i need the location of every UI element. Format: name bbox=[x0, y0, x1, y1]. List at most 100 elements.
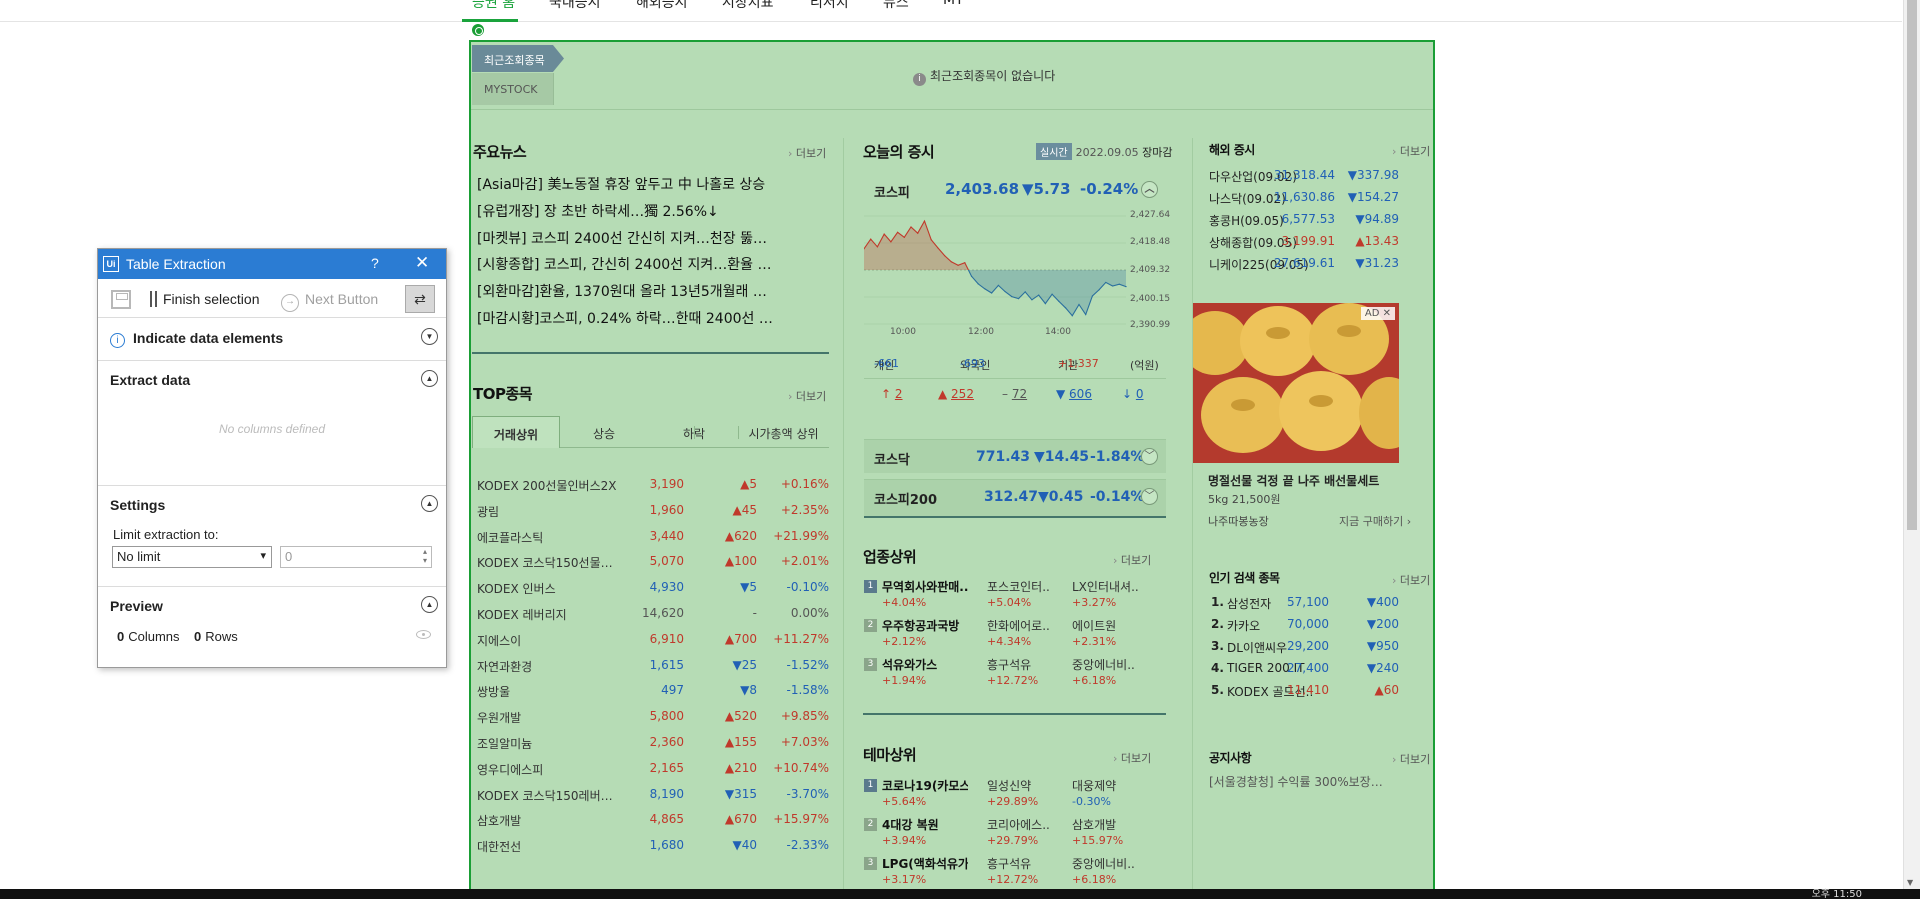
table-row[interactable]: KODEX 레버리지 14,620 - 0.00% bbox=[477, 606, 829, 632]
sector-item[interactable]: 포스코인터.. +5.04% bbox=[987, 578, 1073, 609]
theme-item[interactable]: 코로나19(카모스.. +5.64% bbox=[882, 777, 968, 808]
kosdaq-index[interactable]: 코스닥 771.43 ▼14.45 -1.84% ﹀ bbox=[864, 439, 1166, 473]
ad-label[interactable]: AD ✕ bbox=[1360, 307, 1395, 320]
popular-row[interactable]: 4. TIGER 200 IT 27,400 ▼240 bbox=[1209, 661, 1399, 683]
nav-news[interactable]: 뉴스 bbox=[883, 0, 909, 12]
news-item[interactable]: [마감시황]코스피, 0.24% 하락…한때 2400선 … bbox=[477, 308, 817, 328]
table-row[interactable]: KODEX 코스닥150레버… 8,190 ▼315 -3.70% bbox=[477, 787, 829, 813]
sector-item[interactable]: 석유와가스 +1.94% bbox=[882, 656, 968, 687]
sector-item[interactable]: 한화에어로.. +4.34% bbox=[987, 617, 1073, 648]
switch-mode-button[interactable]: ⇄ bbox=[405, 285, 435, 313]
notice-item[interactable]: [서울경찰청] 수익률 300%보장… bbox=[1209, 773, 1383, 790]
theme-item[interactable]: 일성신약 +29.89% bbox=[987, 777, 1073, 808]
news-item[interactable]: [Asia마감] 美노동절 휴장 앞두고 中 나홀로 상승 bbox=[477, 174, 817, 194]
world-market-row[interactable]: 홍콩H(09.05) 6,577.53 ▼94.89 bbox=[1209, 212, 1399, 234]
ad-cta[interactable]: 지금 구매하기 › bbox=[1339, 513, 1411, 529]
table-row[interactable]: 영우디에스피 2,165 ▲210 +10.74% bbox=[477, 761, 829, 787]
chevron-down-icon[interactable]: ﹀ bbox=[1141, 448, 1158, 465]
dialog-titlebar[interactable]: Ui Table Extraction ? ✕ bbox=[98, 249, 446, 279]
kospi-index[interactable]: 코스피 2,403.68 ▼5.73 -0.24% ︿ bbox=[864, 179, 1166, 207]
world-market-row[interactable]: 니케이225(09.05) 27,619.61 ▼31.23 bbox=[1209, 256, 1399, 278]
table-row[interactable]: 쌍방울 497 ▼8 -1.58% bbox=[477, 683, 829, 709]
table-row[interactable]: KODEX 인버스 4,930 ▼5 -0.10% bbox=[477, 580, 829, 606]
ad-title[interactable]: 명절선물 걱정 끝 나주 배선물세트 bbox=[1208, 472, 1379, 489]
finish-selection-button[interactable]: Finish selection bbox=[150, 291, 260, 307]
scroll-down-icon[interactable]: ▼ bbox=[1907, 878, 1913, 887]
limit-dropdown[interactable]: No limit bbox=[112, 546, 272, 568]
table-row[interactable]: 자연과환경 1,615 ▼25 -1.52% bbox=[477, 658, 829, 684]
theme-item[interactable]: 대웅제약 -0.30% bbox=[1072, 777, 1158, 808]
nav-overseas[interactable]: 해외증시 bbox=[636, 0, 688, 12]
theme-item[interactable]: 삼호개발 +15.97% bbox=[1072, 816, 1158, 847]
sector-item[interactable]: 무역회사와판매.. +4.04% bbox=[882, 578, 968, 609]
sector-item[interactable]: LX인터내셔.. +3.27% bbox=[1072, 578, 1158, 609]
page-scrollbar[interactable]: ▼ bbox=[1903, 0, 1920, 889]
nav-indicators[interactable]: 시장지표 bbox=[722, 0, 774, 12]
advancing-count[interactable]: ▲ 252 bbox=[938, 387, 974, 401]
limit-count-stepper[interactable]: 0 bbox=[280, 546, 432, 568]
tab-volume[interactable]: 거래상위 bbox=[472, 416, 560, 448]
chevron-up-icon[interactable]: ▲ bbox=[421, 370, 438, 387]
tab-market-cap[interactable]: 시가총액 상위 bbox=[738, 416, 829, 448]
sector-more-link[interactable]: 더보기 bbox=[1113, 552, 1151, 568]
upper-limit-count[interactable]: ↑ 2 bbox=[881, 387, 903, 401]
world-market-row[interactable]: 나스닥(09.02) 11,630.86 ▼154.27 bbox=[1209, 190, 1399, 212]
popular-row[interactable]: 3. DL이앤씨우 29,200 ▼950 bbox=[1209, 639, 1399, 661]
chevron-up-icon[interactable]: ▲ bbox=[421, 596, 438, 613]
close-button[interactable]: ✕ bbox=[415, 253, 429, 273]
news-item[interactable]: [유럽개장] 장 초반 하락세…獨 2.56%↓ bbox=[477, 201, 817, 221]
popular-more-link[interactable]: 더보기 bbox=[1392, 572, 1430, 588]
table-row[interactable]: 대한전선 1,680 ▼40 -2.33% bbox=[477, 838, 829, 864]
declining-count[interactable]: ▼ 606 bbox=[1056, 387, 1092, 401]
notice-more-link[interactable]: 더보기 bbox=[1392, 751, 1430, 767]
save-icon[interactable] bbox=[111, 290, 131, 309]
tab-rising[interactable]: 상승 bbox=[560, 416, 648, 448]
chevron-up-icon[interactable]: ︿ bbox=[1141, 181, 1158, 198]
eye-icon[interactable] bbox=[416, 630, 431, 639]
theme-item[interactable]: LPG(액화석유가.. +3.17% bbox=[882, 855, 968, 886]
nav-domestic[interactable]: 국내증시 bbox=[549, 0, 601, 12]
next-button-selector[interactable]: Next Button bbox=[281, 291, 378, 312]
table-row[interactable]: 에코플라스틱 3,440 ▲620 +21.99% bbox=[477, 529, 829, 555]
table-row[interactable]: 삼호개발 4,865 ▲670 +15.97% bbox=[477, 812, 829, 838]
nav-home[interactable]: 증권 홈 bbox=[472, 0, 515, 12]
popular-row[interactable]: 5. KODEX 골드선.. 11,410 ▲60 bbox=[1209, 683, 1399, 705]
table-row[interactable]: 조일알미늄 2,360 ▲155 +7.03% bbox=[477, 735, 829, 761]
theme-more-link[interactable]: 더보기 bbox=[1113, 750, 1151, 766]
indicate-section[interactable]: i Indicate data elements ▼ bbox=[98, 319, 446, 361]
help-button[interactable]: ? bbox=[371, 255, 379, 271]
top-stocks-more-link[interactable]: 더보기 bbox=[788, 388, 826, 404]
world-market-row[interactable]: 상해종합(09.05) 3,199.91 ▲13.43 bbox=[1209, 234, 1399, 256]
theme-item[interactable]: 코리아에스.. +29.79% bbox=[987, 816, 1073, 847]
chevron-up-icon[interactable]: ▲ bbox=[421, 495, 438, 512]
nav-my[interactable]: MY bbox=[943, 0, 964, 8]
table-row[interactable]: KODEX 200선물인버스2X 3,190 ▲5 +0.16% bbox=[477, 477, 829, 503]
tab-recent[interactable]: 최근조회종목 bbox=[472, 45, 564, 72]
news-item[interactable]: [마켓뷰] 코스피 2400선 간신히 지켜…천장 뚫… bbox=[477, 228, 817, 248]
theme-item[interactable]: 4대강 복원 +3.94% bbox=[882, 816, 968, 847]
kospi200-index[interactable]: 코스피200 312.47 ▼0.45 -0.14% ﹀ bbox=[864, 479, 1166, 518]
table-row[interactable]: KODEX 코스닥150선물… 5,070 ▲100 +2.01% bbox=[477, 554, 829, 580]
chevron-down-icon[interactable]: ▼ bbox=[421, 328, 438, 345]
theme-item[interactable]: 중앙에너비.. +6.18% bbox=[1072, 855, 1158, 886]
popular-row[interactable]: 1. 삼성전자 57,100 ▼400 bbox=[1209, 595, 1399, 617]
scrollbar-thumb[interactable] bbox=[1907, 0, 1917, 530]
tab-mystock[interactable]: MYSTOCK bbox=[472, 73, 554, 105]
tab-falling[interactable]: 하락 bbox=[650, 416, 738, 448]
chevron-down-icon[interactable]: ﹀ bbox=[1141, 488, 1158, 505]
world-market-row[interactable]: 다우산업(09.02) 31,318.44 ▼337.98 bbox=[1209, 168, 1399, 190]
table-row[interactable]: 지에스이 6,910 ▲700 +11.27% bbox=[477, 632, 829, 658]
ad-banner[interactable]: AD ✕ bbox=[1193, 303, 1399, 463]
sector-item[interactable]: 중앙에너비.. +6.18% bbox=[1072, 656, 1158, 687]
news-item[interactable]: [외환마감]환율, 1370원대 올라 13년5개월래 … bbox=[477, 281, 817, 301]
table-row[interactable]: 우원개발 5,800 ▲520 +9.85% bbox=[477, 709, 829, 735]
sector-item[interactable]: 우주항공과국방 +2.12% bbox=[882, 617, 968, 648]
table-row[interactable]: 광림 1,960 ▲45 +2.35% bbox=[477, 503, 829, 529]
nav-research[interactable]: 리서치 bbox=[810, 0, 849, 12]
world-more-link[interactable]: 더보기 bbox=[1392, 143, 1430, 159]
unchanged-count[interactable]: – 72 bbox=[1002, 387, 1027, 401]
theme-item[interactable]: 흥구석유 +12.72% bbox=[987, 855, 1073, 886]
lower-limit-count[interactable]: ↓ 0 bbox=[1122, 387, 1144, 401]
news-more-link[interactable]: 더보기 bbox=[788, 145, 826, 161]
popular-row[interactable]: 2. 카카오 70,000 ▼200 bbox=[1209, 617, 1399, 639]
